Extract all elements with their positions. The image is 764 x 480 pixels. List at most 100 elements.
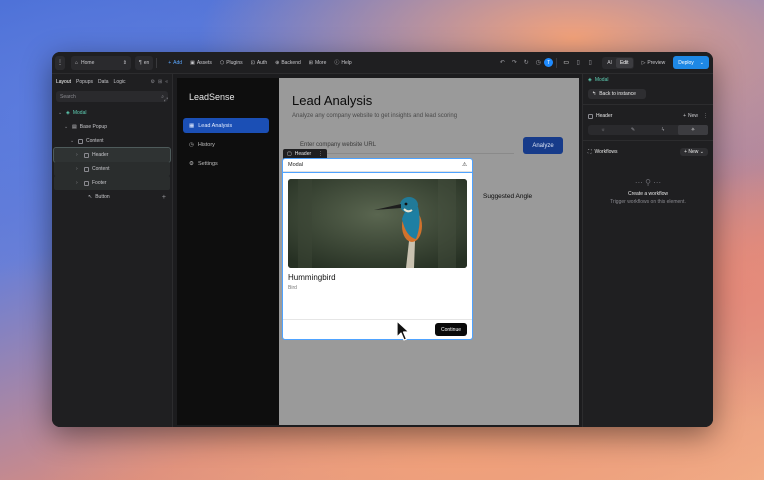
more-label: More xyxy=(314,59,327,66)
settings-icon[interactable]: ⚙ xyxy=(151,79,155,85)
globe-icon: ⊕ xyxy=(275,59,280,66)
tree-label: Footer xyxy=(92,180,107,186)
tree-node-content-inner[interactable]: › Content xyxy=(54,162,170,176)
more-vertical-icon: ⋮ xyxy=(318,151,324,157)
desktop-icon[interactable]: ▭ xyxy=(560,57,572,69)
refresh-icon[interactable]: ↻ xyxy=(520,57,532,69)
chart-icon: ▦ xyxy=(189,122,195,129)
assets-button[interactable]: ▣ Assets xyxy=(186,56,216,70)
tree-label: Content xyxy=(86,138,104,144)
left-tabs: Layout Popups Data Logic ⚙ ⊞ « xyxy=(52,74,172,90)
add-child-icon[interactable]: + xyxy=(162,194,166,201)
plugins-label: Plugins xyxy=(226,59,243,66)
selection-tag[interactable]: ▢ Header ⋮ xyxy=(283,149,328,159)
tree-label: Modal xyxy=(72,110,87,116)
preview-label: Preview xyxy=(647,59,666,66)
language-label: en xyxy=(143,59,150,66)
undo-icon[interactable]: ↶ xyxy=(496,57,508,69)
workflows-title: Workflows xyxy=(594,149,618,155)
image-icon: ▣ xyxy=(190,59,195,66)
modal-dialog[interactable]: Modal ⚠ Hummingbird Bird Continue xyxy=(282,158,473,340)
clock-icon: ◷ xyxy=(189,141,194,148)
deploy-button[interactable]: Deploy ⌄ xyxy=(673,56,709,69)
help-icon: ⓘ xyxy=(334,60,340,66)
mode-edit[interactable]: Edit xyxy=(615,57,633,68)
search-input[interactable]: Search ⌕ xyxy=(56,91,168,102)
plugin-icon: ⬡ xyxy=(219,59,225,66)
tab-layout[interactable]: Layout xyxy=(56,79,71,85)
nav-settings[interactable]: ⚙ Settings xyxy=(183,156,269,171)
suggested-angle-heading: Suggested Angle xyxy=(483,193,533,200)
tree-node-header[interactable]: › Header xyxy=(53,147,171,163)
menu-icon[interactable]: ⋮ xyxy=(55,55,65,70)
modal-header[interactable]: Modal ⚠ xyxy=(283,159,472,173)
tab-logic[interactable]: Logic xyxy=(114,79,126,85)
page-subtitle: Analyze any company website to get insig… xyxy=(292,113,458,119)
add-button[interactable]: + Add xyxy=(164,56,186,70)
chevron-down-icon: ⌄ xyxy=(58,110,63,116)
page-select[interactable]: ⌂ Home ⇕ xyxy=(71,55,131,70)
new-label: New xyxy=(687,113,698,119)
avatar[interactable]: T xyxy=(544,58,554,67)
design-canvas[interactable]: LeadSense ▦ Lead Analysis ◷ History ⚙ Setti… xyxy=(177,78,579,425)
add-label: Add xyxy=(173,59,183,66)
auth-label: Auth xyxy=(256,59,268,66)
analyze-button[interactable]: Analyze xyxy=(523,137,563,154)
tree-node-base-popup[interactable]: ⌄ ▤ Base Popup xyxy=(52,120,172,134)
backend-button[interactable]: ⊕ Backend xyxy=(271,56,305,70)
wand-icon[interactable]: ✧ xyxy=(678,125,708,135)
more-button[interactable]: ⊞ More xyxy=(305,56,331,70)
workflows-section: ⛶ Workflows + New ⌄ xyxy=(583,146,713,158)
divider xyxy=(156,57,158,68)
preview-button[interactable]: ▷ Preview xyxy=(638,56,670,70)
close-icon[interactable]: « xyxy=(165,79,168,85)
bolt-icon[interactable]: ϟ xyxy=(648,125,678,135)
new-style-button[interactable]: + New ⋮ xyxy=(683,113,708,119)
back-to-instance-button[interactable]: ↰ Back to instance xyxy=(588,89,646,99)
tab-data[interactable]: Data xyxy=(98,79,109,85)
continue-button[interactable]: Continue xyxy=(434,323,467,336)
help-label: Help xyxy=(341,59,352,66)
box-icon xyxy=(84,166,89,172)
redo-icon[interactable]: ↷ xyxy=(508,57,520,69)
tab-popups[interactable]: Popups xyxy=(76,79,93,85)
empty-subtitle: Trigger workflows on this element. xyxy=(610,199,686,205)
box-icon xyxy=(84,180,89,186)
sun-icon[interactable]: ☼ xyxy=(588,125,618,135)
language-select[interactable]: ¶ en xyxy=(135,55,154,70)
translate-icon: ¶ xyxy=(139,59,142,66)
layer-tree: ⌄ ◈ Modal ⌄ ▤ Base Popup ⌄ Content › Header › C… xyxy=(52,106,172,204)
mode-toggle: AI Edit xyxy=(602,56,634,69)
section-title: Header xyxy=(596,113,613,119)
nav-label: Settings xyxy=(197,160,218,167)
help-button[interactable]: ⓘ Help xyxy=(330,56,355,70)
tree-label: Header xyxy=(92,152,109,158)
plugins-button[interactable]: ⬡ Plugins xyxy=(216,56,247,70)
more-vertical-icon: ⋮ xyxy=(703,113,708,119)
component-icon: ◈ xyxy=(66,110,70,116)
expand-icon[interactable]: ⤢ xyxy=(164,97,168,103)
nav-label: Lead Analysis xyxy=(198,122,233,129)
card-subtitle: Bird xyxy=(288,285,297,291)
tablet-icon[interactable]: ▯ xyxy=(572,57,584,69)
mode-ai[interactable]: AI xyxy=(603,58,616,68)
frame-icon: ▢ xyxy=(287,151,292,157)
layout-icon[interactable]: ⊞ xyxy=(158,79,162,85)
mobile-icon[interactable]: ▯ xyxy=(584,57,596,69)
component-header: ◈ Modal xyxy=(583,74,713,86)
divider xyxy=(583,140,713,141)
pen-icon[interactable]: ✎ xyxy=(618,125,648,135)
nav-lead-analysis[interactable]: ▦ Lead Analysis xyxy=(183,118,269,133)
modal-title: Modal xyxy=(288,162,303,168)
lock-icon: ⊡ xyxy=(250,59,255,66)
tree-node-modal[interactable]: ⌄ ◈ Modal xyxy=(52,106,172,120)
tree-node-footer[interactable]: › Footer xyxy=(54,176,170,190)
chevron-updown-icon: ⇕ xyxy=(122,59,127,66)
history-icon[interactable]: ◷ xyxy=(532,57,544,69)
app-sidebar: LeadSense ▦ Lead Analysis ◷ History ⚙ Setti… xyxy=(177,78,279,425)
nav-history[interactable]: ◷ History xyxy=(183,137,269,152)
new-workflow-button[interactable]: + New ⌄ xyxy=(680,148,708,156)
tree-node-button[interactable]: ↖ Button + xyxy=(52,190,172,204)
tree-node-content[interactable]: ⌄ Content xyxy=(52,134,172,148)
auth-button[interactable]: ⊡ Auth xyxy=(247,56,272,70)
